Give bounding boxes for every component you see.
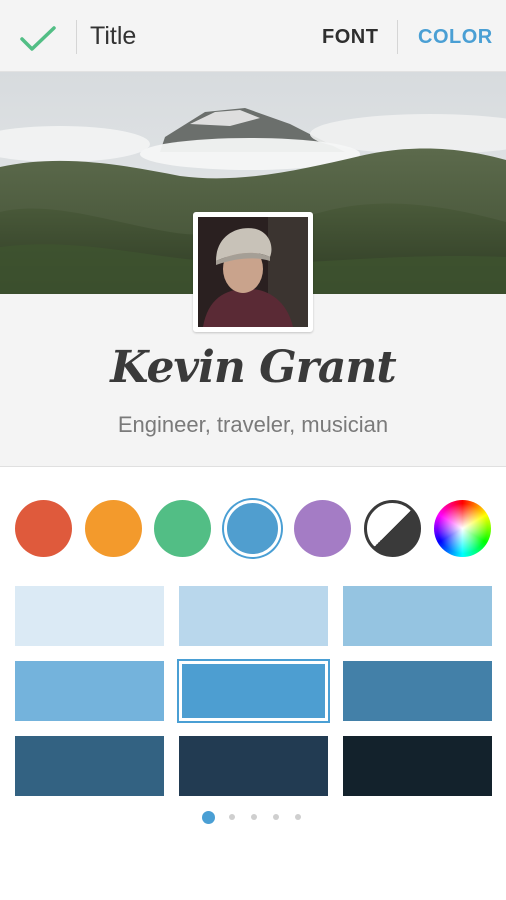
page-indicator[interactable] [229, 814, 235, 820]
swatch-3[interactable] [343, 586, 492, 646]
swatch-2[interactable] [179, 586, 328, 646]
swatch-1[interactable] [15, 586, 164, 646]
divider [397, 20, 398, 54]
color-blue[interactable] [224, 500, 281, 557]
color-purple[interactable] [294, 500, 351, 557]
top-bar: Title FONT COLOR [0, 0, 506, 72]
swatch-7[interactable] [15, 736, 164, 796]
tab-font[interactable]: FONT [322, 26, 378, 49]
swatch-5-selected[interactable] [177, 659, 330, 723]
avatar[interactable] [193, 212, 313, 332]
avatar-photo [198, 217, 308, 327]
page-title[interactable]: Title [90, 22, 136, 51]
swatch-4[interactable] [15, 661, 164, 721]
profile-name[interactable]: Kevin Grant [0, 342, 506, 393]
color-green[interactable] [154, 500, 211, 557]
swatch-6[interactable] [343, 661, 492, 721]
tab-color[interactable]: COLOR [418, 26, 493, 49]
page-indicator[interactable] [295, 814, 301, 820]
color-black-white[interactable] [364, 500, 421, 557]
page-indicator-active[interactable] [202, 811, 215, 824]
color-wheel-icon[interactable] [434, 500, 491, 557]
swatch-8[interactable] [179, 736, 328, 796]
color-orange[interactable] [85, 500, 142, 557]
page-indicator[interactable] [251, 814, 257, 820]
checkmark-icon[interactable] [20, 25, 56, 53]
color-red[interactable] [15, 500, 72, 557]
page-indicator[interactable] [273, 814, 279, 820]
swatch-9[interactable] [343, 736, 492, 796]
divider [76, 20, 77, 54]
profile-bio[interactable]: Engineer, traveler, musician [0, 412, 506, 438]
